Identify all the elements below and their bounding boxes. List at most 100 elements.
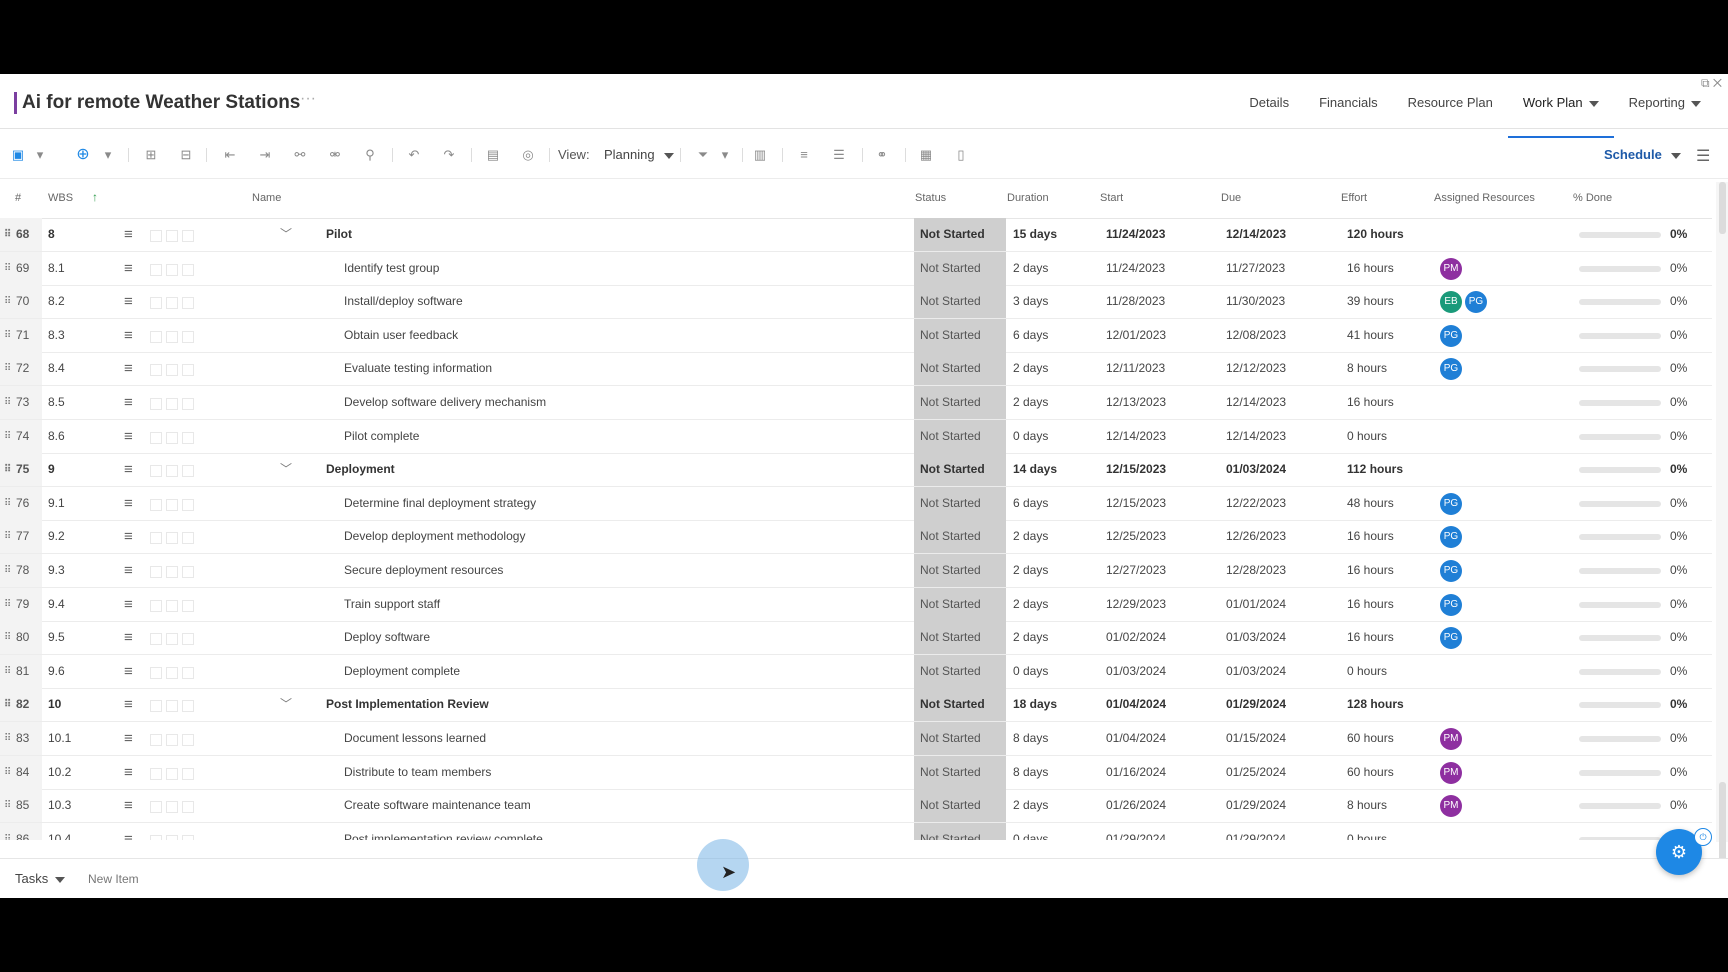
row-action-icon[interactable] <box>150 230 162 242</box>
row-action-icon[interactable] <box>182 432 194 444</box>
avatar[interactable]: PM <box>1440 762 1462 784</box>
collapse-chevron-icon[interactable]: ﹀ <box>280 218 292 251</box>
due-cell[interactable]: 01/29/2024 <box>1226 688 1286 721</box>
row-action-icon[interactable] <box>182 835 194 840</box>
assign-icon[interactable]: ⚲ <box>361 146 379 164</box>
effort-cell[interactable]: 16 hours <box>1347 386 1394 419</box>
filter-dropdown-icon[interactable]: ▾ <box>716 146 734 164</box>
due-cell[interactable]: 01/29/2024 <box>1226 789 1286 822</box>
effort-cell[interactable]: 16 hours <box>1347 252 1394 285</box>
task-row[interactable]: ⠿ 81 9.6 ≡ Deployment complete Not Started 0 d… <box>0 655 1712 689</box>
due-cell[interactable]: 12/22/2023 <box>1226 487 1286 520</box>
status-cell[interactable]: Not Started <box>914 386 1006 419</box>
status-icon[interactable]: ◎ <box>519 146 537 164</box>
start-cell[interactable]: 11/28/2023 <box>1106 285 1165 318</box>
col-wbs[interactable]: WBS <box>48 192 73 204</box>
drag-handle-icon[interactable]: ⠿ <box>4 621 11 654</box>
power-badge-icon[interactable]: ⏻ <box>1694 828 1712 846</box>
start-cell[interactable]: 01/04/2024 <box>1106 722 1166 755</box>
drag-handle-icon[interactable]: ⠿ <box>4 823 11 840</box>
task-row[interactable]: ⠿ 77 9.2 ≡ Develop deployment methodology Not… <box>0 520 1712 554</box>
row-action-icon[interactable] <box>166 566 178 578</box>
row-handle[interactable]: ⠿ 79 <box>0 588 42 621</box>
effort-cell[interactable]: 41 hours <box>1347 319 1394 352</box>
row-handle[interactable]: ⠿ 73 <box>0 386 42 419</box>
undo-icon[interactable]: ↶ <box>405 146 423 164</box>
effort-cell[interactable]: 16 hours <box>1347 554 1394 587</box>
due-cell[interactable]: 12/28/2023 <box>1226 554 1286 587</box>
duration-cell[interactable]: 8 days <box>1013 756 1048 789</box>
row-menu-icon[interactable]: ≡ <box>124 588 133 621</box>
col-start[interactable]: Start <box>1100 192 1123 204</box>
status-cell[interactable]: Not Started <box>914 453 1006 486</box>
row-handle[interactable]: ⠿ 71 <box>0 319 42 352</box>
columns-icon[interactable]: ▥ <box>751 146 769 164</box>
row-action-icon[interactable] <box>150 700 162 712</box>
expand-all-icon[interactable]: ⊞ <box>142 146 160 164</box>
start-cell[interactable]: 12/01/2023 <box>1106 319 1166 352</box>
row-handle[interactable]: ⠿ 77 <box>0 520 42 553</box>
task-name[interactable]: Install/deploy software <box>344 285 463 318</box>
task-name[interactable]: Determine final deployment strategy <box>344 487 536 520</box>
summary-task-row[interactable]: ⠿ 82 10 ≡ ﹀ Post Implementation Review Not Sta… <box>0 688 1712 722</box>
unlink-icon[interactable]: ⚮ <box>326 146 344 164</box>
more-icon[interactable]: ··· <box>300 90 316 108</box>
effort-cell[interactable]: 0 hours <box>1347 655 1387 688</box>
status-cell[interactable]: Not Started <box>914 621 1006 654</box>
duration-cell[interactable]: 14 days <box>1013 453 1057 486</box>
task-name[interactable]: Evaluate testing information <box>344 352 492 385</box>
task-name[interactable]: Distribute to team members <box>344 756 491 789</box>
status-cell[interactable]: Not Started <box>914 688 1006 721</box>
filter-icon[interactable]: ⏷ <box>694 146 712 164</box>
start-cell[interactable]: 01/29/2024 <box>1106 823 1166 840</box>
task-row[interactable]: ⠿ 73 8.5 ≡ Develop software delivery mechani… <box>0 386 1712 420</box>
start-cell[interactable]: 12/13/2023 <box>1106 386 1166 419</box>
status-cell[interactable]: Not Started <box>914 420 1006 453</box>
task-name[interactable]: Deployment <box>326 453 395 486</box>
outdent-icon[interactable]: ⇤ <box>221 146 239 164</box>
effort-cell[interactable]: 16 hours <box>1347 621 1394 654</box>
view-select[interactable]: Planning <box>604 147 674 162</box>
row-action-icon[interactable] <box>150 734 162 746</box>
drag-handle-icon[interactable]: ⠿ <box>4 319 11 352</box>
row-action-icon[interactable] <box>166 700 178 712</box>
duration-cell[interactable]: 3 days <box>1013 285 1048 318</box>
duration-cell[interactable]: 15 days <box>1013 218 1057 251</box>
start-cell[interactable]: 11/24/2023 <box>1106 252 1165 285</box>
row-menu-icon[interactable]: ≡ <box>124 789 133 822</box>
duration-cell[interactable]: 2 days <box>1013 252 1048 285</box>
row-action-icon[interactable] <box>182 532 194 544</box>
duration-cell[interactable]: 0 days <box>1013 420 1048 453</box>
task-name[interactable]: Create software maintenance team <box>344 789 531 822</box>
avatar[interactable]: PM <box>1440 795 1462 817</box>
link-icon[interactable]: ⚯ <box>291 146 309 164</box>
avatar[interactable]: PG <box>1440 627 1462 649</box>
task-name[interactable]: Deployment complete <box>344 655 460 688</box>
drag-handle-icon[interactable]: ⠿ <box>4 487 11 520</box>
row-action-icon[interactable] <box>150 432 162 444</box>
effort-cell[interactable]: 8 hours <box>1347 789 1387 822</box>
row-action-icon[interactable] <box>182 499 194 511</box>
vertical-scrollbar[interactable] <box>1716 182 1728 892</box>
task-name[interactable]: Document lessons learned <box>344 722 486 755</box>
start-cell[interactable]: 01/26/2024 <box>1106 789 1166 822</box>
effort-cell[interactable]: 48 hours <box>1347 487 1394 520</box>
drag-handle-icon[interactable]: ⠿ <box>4 453 11 486</box>
row-action-icon[interactable] <box>182 230 194 242</box>
summary-task-row[interactable]: ⠿ 75 9 ≡ ﹀ Deployment Not Started 14 days 12/15/… <box>0 453 1712 487</box>
row-handle[interactable]: ⠿ 81 <box>0 655 42 688</box>
duration-cell[interactable]: 0 days <box>1013 655 1048 688</box>
avatar[interactable]: PM <box>1440 728 1462 750</box>
duration-cell[interactable]: 2 days <box>1013 520 1048 553</box>
start-cell[interactable]: 12/27/2023 <box>1106 554 1166 587</box>
row-menu-icon[interactable]: ≡ <box>124 285 133 318</box>
due-cell[interactable]: 12/08/2023 <box>1226 319 1286 352</box>
align-icon[interactable]: ≡ <box>795 146 813 164</box>
scrollbar-thumb[interactable] <box>1719 182 1726 234</box>
effort-cell[interactable]: 16 hours <box>1347 520 1394 553</box>
task-name[interactable]: Post Implementation Review <box>326 688 489 721</box>
status-cell[interactable]: Not Started <box>914 789 1006 822</box>
row-action-icon[interactable] <box>166 835 178 840</box>
new-item-input[interactable]: New Item <box>88 872 139 886</box>
collapse-chevron-icon[interactable]: ﹀ <box>280 688 292 721</box>
